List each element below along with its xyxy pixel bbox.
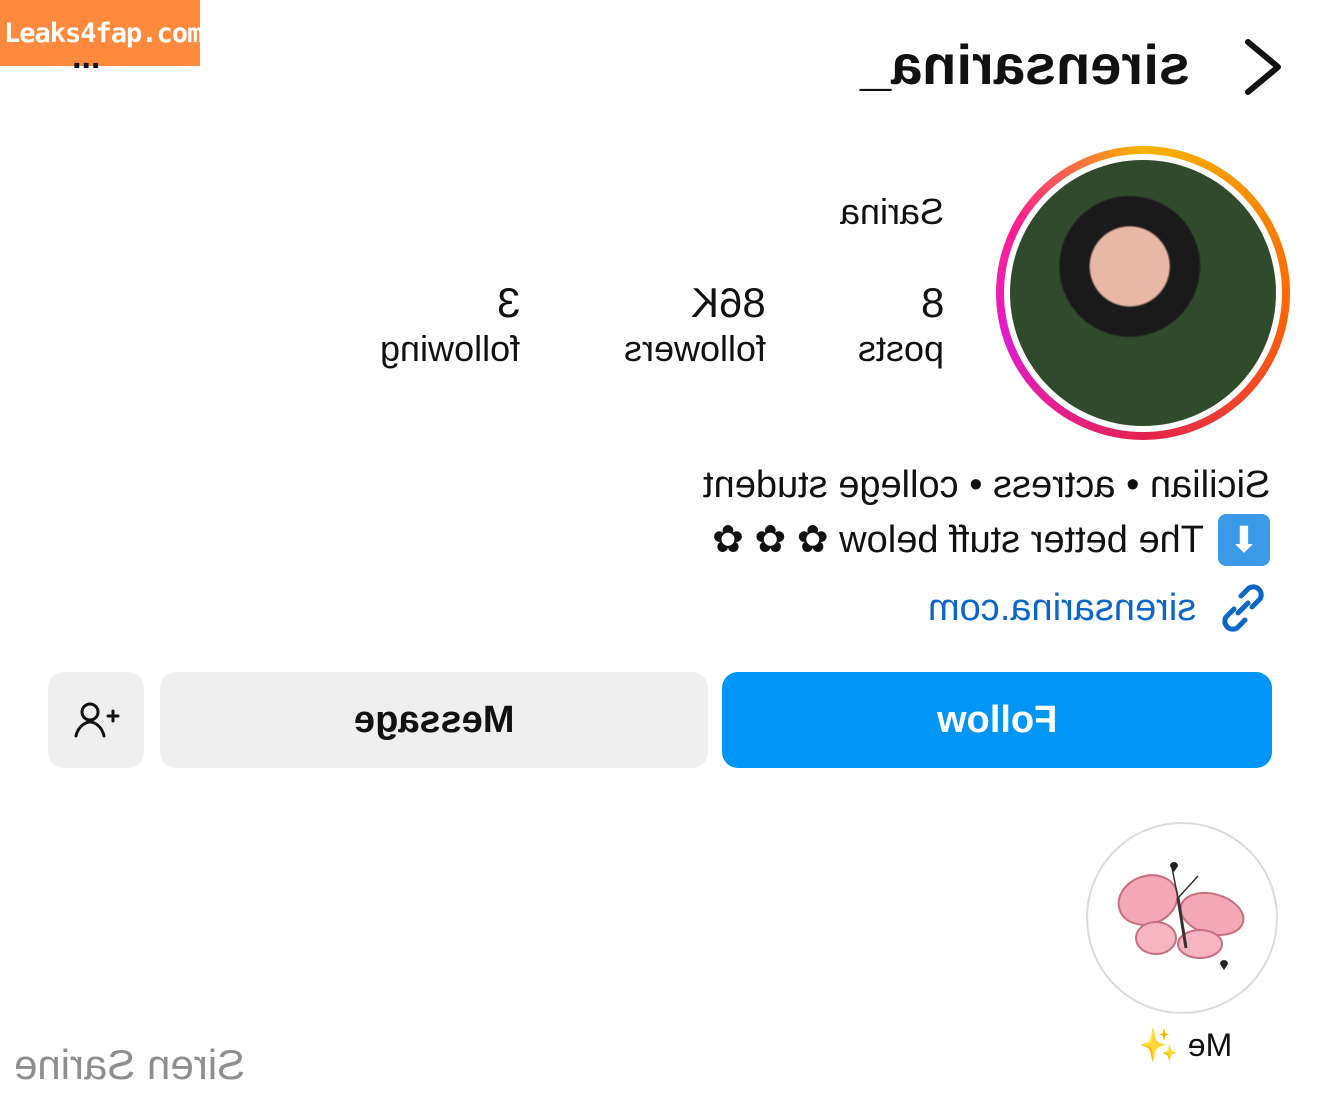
stat-following-label: following: [379, 328, 520, 369]
follow-button[interactable]: Follow: [722, 672, 1272, 768]
bio-line-1: Sicilian • actress • college student: [703, 460, 1270, 510]
display-name-text: Sarina: [839, 191, 944, 232]
follow-button-label: Follow: [936, 698, 1058, 741]
down-arrow-glyph: ⬇: [1228, 519, 1260, 560]
highlight-label: Me ✨: [1130, 1024, 1242, 1066]
stat-following-value: 3: [496, 279, 520, 326]
stat-followers-value: 86K: [691, 279, 766, 326]
bio-line-2: ⬇ The better stuff below ✿ ✿ ✿: [712, 512, 1270, 568]
stat-following[interactable]: 3 following: [380, 278, 520, 370]
footer-name: Siren Sarine: [14, 1040, 245, 1090]
stat-posts-label: posts: [857, 328, 944, 369]
add-user-icon: [74, 702, 120, 738]
stat-posts-value: 8: [920, 279, 944, 326]
butterfly-icon: [1117, 862, 1245, 970]
footer-name-text: Siren Sarine: [14, 1041, 246, 1088]
username-text: sirensarina_: [860, 33, 1190, 96]
more-icon: ...: [72, 38, 101, 76]
message-button-label: Message: [353, 698, 515, 741]
profile-username: sirensarina_: [860, 30, 1190, 100]
stat-posts[interactable]: 8 posts: [858, 278, 944, 370]
stat-followers[interactable]: 86K followers: [624, 278, 766, 370]
highlight-me[interactable]: [1086, 822, 1278, 1014]
avatar: [1010, 160, 1276, 426]
avatar-story-ring[interactable]: [996, 146, 1290, 440]
link-icon: [1222, 584, 1264, 632]
more-options-button[interactable]: ...: [72, 38, 124, 76]
display-name: Sarina: [840, 190, 944, 234]
chevron-icon[interactable]: [1240, 36, 1286, 98]
bio-line-1-text: Sicilian • actress • college student: [702, 464, 1270, 506]
bio-line-2-text: The better stuff below ✿ ✿ ✿: [712, 519, 1204, 561]
bio-link-text: sirensarina.com: [927, 586, 1196, 629]
highlight-label-text: Me ✨: [1139, 1027, 1233, 1063]
stat-followers-label: followers: [623, 328, 766, 369]
bio-link[interactable]: sirensarina.com: [928, 580, 1270, 636]
add-user-button[interactable]: [48, 672, 144, 768]
message-button[interactable]: Message: [160, 672, 708, 768]
down-arrow-icon: ⬇: [1218, 514, 1270, 566]
